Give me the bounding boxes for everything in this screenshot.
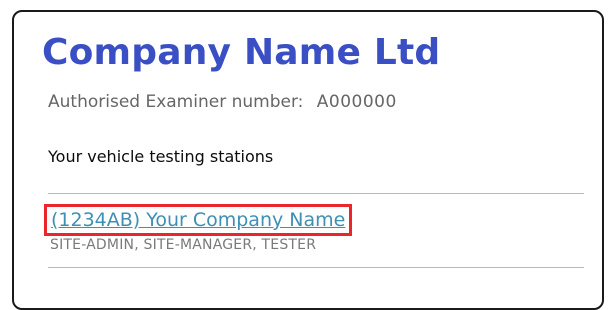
- company-card: Company Name Ltd Authorised Examiner num…: [12, 10, 604, 310]
- examiner-number-value: A000000: [316, 92, 397, 112]
- testing-stations-heading: Your vehicle testing stations: [48, 147, 274, 166]
- station-roles: SITE-ADMIN, SITE-MANAGER, TESTER: [50, 237, 317, 253]
- examiner-number-row: Authorised Examiner number: A000000: [48, 92, 397, 112]
- divider-bottom: [48, 267, 584, 268]
- company-name-heading: Company Name Ltd: [42, 32, 441, 73]
- station-link[interactable]: (1234AB) Your Company Name: [44, 204, 353, 236]
- station-list-item: (1234AB) Your Company Name: [44, 204, 353, 236]
- examiner-number-label: Authorised Examiner number:: [48, 92, 304, 112]
- divider-top: [48, 193, 584, 194]
